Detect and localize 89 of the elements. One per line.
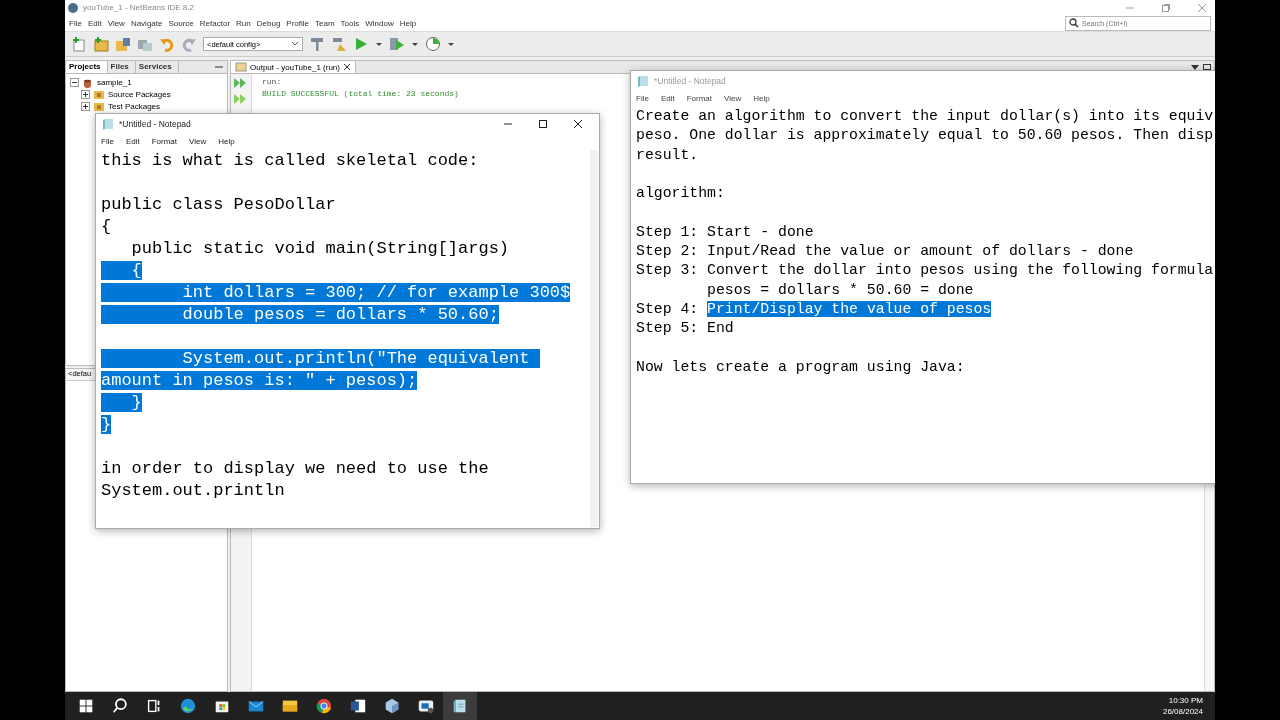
expander-icon[interactable] [81,101,90,111]
notepad-icon[interactable] [443,692,477,720]
output-line: BUILD SUCCESSFUL (total time: 23 seconds) [262,88,459,100]
menu-item[interactable]: File [101,136,114,146]
menu-item[interactable]: Refactor [199,18,231,28]
window-title: *Untitled - Notepad [119,119,191,129]
selected-text: int dollars = 300; // for example 300$ [101,283,571,302]
text-line: { [101,217,112,236]
text-line: Step 1: Start - done [636,223,814,240]
text-line: Create an algorithm to convert the input dollar(s) into its equiv [636,108,1214,124]
menu-item[interactable]: Help [399,18,417,28]
menu-item[interactable]: Edit [125,136,140,146]
panel-tab[interactable]: Projects [66,61,108,73]
text-line: result. [636,146,699,163]
output-tab[interactable]: Output - youTube_1 (run) [231,61,356,73]
text-line: algorithm: [636,185,725,202]
selected-text: } [101,415,112,434]
text-line: Step 4: [636,300,700,317]
panel-tab[interactable]: Files [107,61,136,73]
new-file-icon[interactable] [71,36,87,52]
menu-item[interactable]: View [107,18,125,28]
app-icon [67,1,79,14]
maximize-icon[interactable] [538,119,548,129]
restore-icon[interactable] [1161,2,1171,13]
menu-item[interactable]: Tools [340,18,360,28]
menu-item[interactable]: Format [686,93,713,103]
text-line: pesos = dollars * 50.60 = done [706,281,974,298]
clock-time: 10:30 PM [1168,695,1203,706]
menu-item[interactable]: Profile [286,18,309,28]
notepad-icon [102,118,114,130]
scrollbar[interactable] [1204,484,1214,691]
selected-text: double pesos = dollars * 50.60; [101,305,499,324]
new-folder-icon[interactable] [93,36,109,52]
menu-item[interactable]: View [189,136,207,146]
window-title: youTube_1 - NetBeans IDE 8.2 [83,3,194,12]
menu-item[interactable]: Help [753,93,770,103]
text-line: public class PesoDollar [101,195,336,214]
package-icon [93,88,105,100]
menu-item[interactable]: View [724,93,742,103]
selected-text: amount in pesos is: " + pesos); [101,371,418,390]
text-line: Step 5: End [636,320,734,337]
selected-text: { [101,261,142,280]
text-line: in order to display we need to use the [101,459,489,478]
text-line: System.out.println [101,481,285,500]
menu-item[interactable]: Run [236,18,251,28]
output-line: run: [262,76,282,88]
menu-item[interactable]: Edit [660,93,675,103]
menu-item[interactable]: Edit [87,18,102,28]
console-icon [235,61,247,73]
caret-icon[interactable] [411,40,419,48]
menu-item[interactable]: Source [168,18,194,28]
menu-item[interactable]: File [636,93,649,103]
maximize-icon[interactable] [1203,63,1211,71]
close-icon[interactable] [343,63,351,71]
gauge-icon[interactable] [425,36,441,52]
window-title: *Untitled - Notepad [654,76,726,86]
panel-tab[interactable]: Services [135,61,179,73]
package-icon [93,100,105,112]
text-line: Now lets create a program using Java: [636,358,965,375]
menu-item[interactable]: Team [315,18,335,28]
menu-item[interactable]: Navigate [130,18,163,28]
scrollbar[interactable] [590,150,598,527]
search-icon [1069,18,1079,28]
close-icon[interactable] [573,119,583,129]
text-line: peso. One dollar is approximately equal to 50.60 pesos. Then disp [636,127,1214,144]
expander-icon[interactable] [70,77,79,87]
selected-text: } [101,393,142,412]
text-line: public static void main(String[]args) [130,239,510,258]
clock-date: 26/08/2024 [1162,706,1203,717]
menu-item[interactable]: Debug [256,18,281,28]
minimize-icon[interactable] [215,63,223,71]
menu-item[interactable]: File [69,18,82,28]
menu-item[interactable]: Window [365,18,394,28]
text-line: this is what is called skeletal code: [101,151,479,170]
caret-icon[interactable] [375,40,383,48]
caret-icon[interactable] [447,40,455,48]
selected-text: System.out.println("The equivalent [101,349,540,368]
selected-text: Print/Display the value of pesos [707,300,992,317]
text-line: Step 3: Convert the dollar into pesos using the following formula [636,262,1214,279]
menu-item[interactable]: Help [218,136,235,146]
notepad-icon [637,75,649,87]
tree-item[interactable]: Test Packages [108,101,161,111]
tree-item[interactable]: sample_1 [97,77,132,87]
hammer-icon[interactable] [309,36,325,52]
tree-item[interactable]: Source Packages [108,89,171,99]
expander-icon[interactable] [81,89,90,99]
text-line: Step 2: Input/Read the value or amount of dollars - done [636,243,1134,260]
menu-item[interactable]: Format [151,136,178,146]
caret-icon [291,40,299,48]
